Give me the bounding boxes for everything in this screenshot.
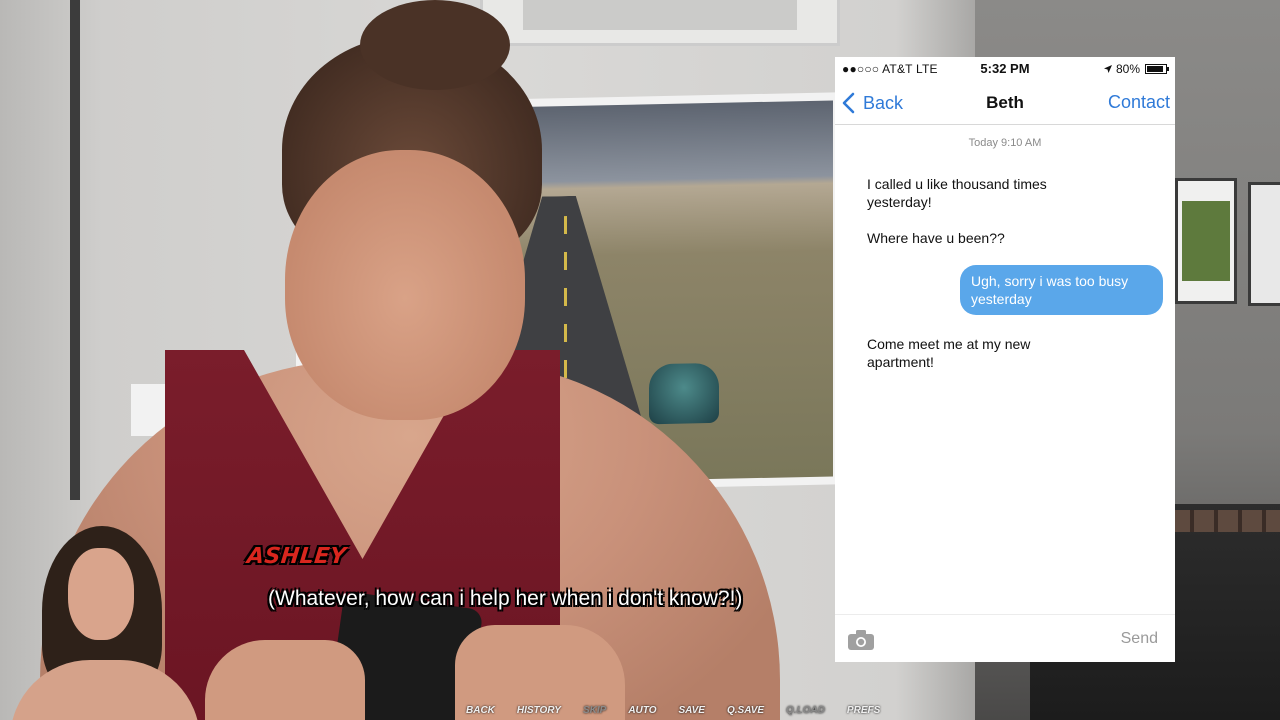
quick-menu-prefs[interactable]: PREFS [836, 705, 891, 716]
outgoing-message: Ugh, sorry i was too busy yesterday [960, 265, 1163, 315]
incoming-message: I called u like thousand times yesterday… [857, 175, 1087, 211]
portrait-face [68, 548, 134, 640]
speaker-name: ASHLEY [245, 544, 348, 569]
dialogue-text[interactable]: (Whatever, how can i help her when i don… [268, 587, 742, 611]
message-timestamp: Today 9:10 AM [968, 137, 1042, 149]
send-button[interactable]: Send [1121, 630, 1158, 648]
contact-button[interactable]: Contact [1108, 92, 1170, 113]
wall-photo [1248, 182, 1280, 306]
message-text: Ugh, sorry i was too busy yesterday [971, 273, 1129, 307]
ceiling-frame [480, 0, 840, 46]
portrait-body [10, 660, 200, 720]
dresser-top [1170, 510, 1280, 532]
quick-menu-qload[interactable]: Q.LOAD [775, 705, 836, 716]
message-text: I called u like thousand times yesterday… [867, 176, 1047, 210]
incoming-message: Where have u been?? [857, 229, 1015, 247]
character-face [285, 150, 525, 420]
quick-menu-save[interactable]: SAVE [667, 705, 716, 716]
character-hand [205, 640, 365, 720]
quick-menu-auto[interactable]: AUTO [617, 705, 667, 716]
phone-screen: ●●○○○ AT&T LTE 5:32 PM 80% Back Beth Con… [835, 57, 1175, 662]
location-arrow-icon [1103, 65, 1112, 73]
car [649, 362, 719, 425]
quick-menu-skip[interactable]: SKIP [572, 705, 617, 716]
compose-bar: Send [835, 614, 1175, 662]
message-nav-bar: Back Beth Contact [835, 81, 1175, 125]
battery-percent: 80% [1115, 62, 1140, 76]
wall-photo [1175, 178, 1237, 304]
status-right: 80% [1103, 62, 1169, 76]
message-text: Come meet me at my new apartment! [867, 336, 1031, 370]
speaker-portrait [0, 520, 200, 720]
battery-icon [1145, 64, 1169, 74]
camera-icon[interactable] [847, 629, 875, 651]
character-hair-bun [360, 0, 510, 90]
quick-menu-back[interactable]: BACK [455, 705, 506, 716]
message-thread: Today 9:10 AM I called u like thousand t… [835, 125, 1175, 615]
door-frame [70, 0, 80, 500]
quick-menu-qsave[interactable]: Q.SAVE [716, 705, 775, 716]
message-text: Where have u been?? [867, 230, 1005, 246]
incoming-message: Come meet me at my new apartment! [857, 335, 1067, 371]
quick-menu: BACK HISTORY SKIP AUTO SAVE Q.SAVE Q.LOA… [455, 705, 891, 716]
quick-menu-history[interactable]: HISTORY [506, 705, 572, 716]
status-bar: ●●○○○ AT&T LTE 5:32 PM 80% [835, 57, 1175, 81]
